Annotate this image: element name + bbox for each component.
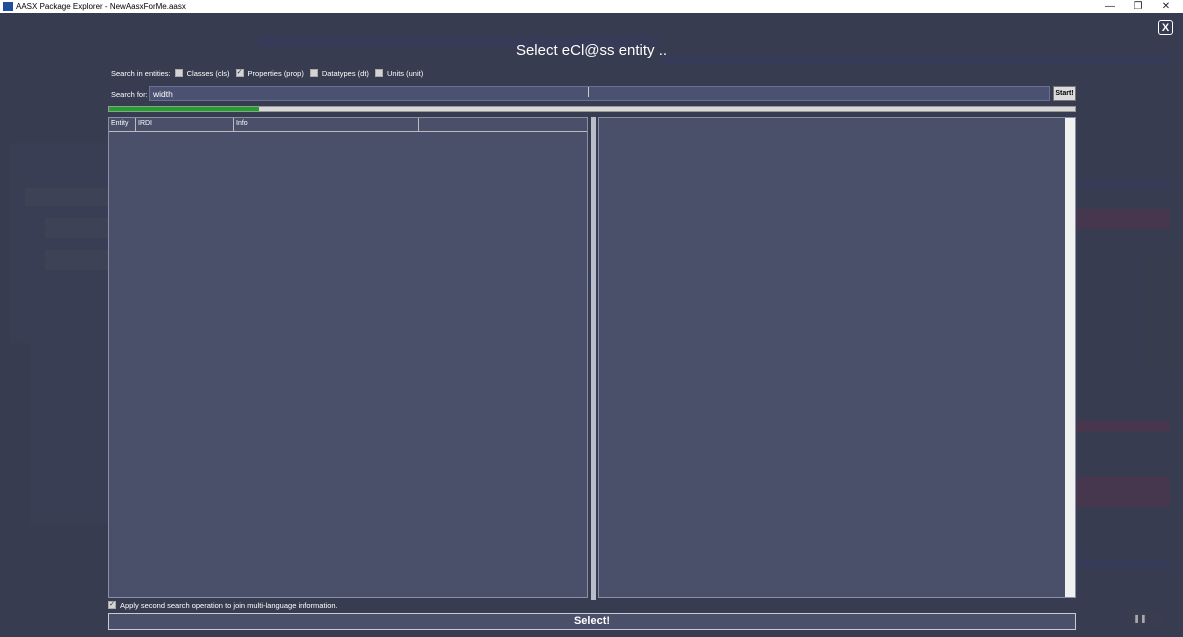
dialog-title: Select eCl@ss entity .. xyxy=(515,42,668,59)
corner-controls: ❚❚ xyxy=(1133,612,1165,626)
properties-label: Properties (prop) xyxy=(247,68,304,78)
pause-icon[interactable]: ❚❚ xyxy=(1133,612,1147,626)
window-title-bar: AASX Package Explorer - NewAasxForMe.aas… xyxy=(0,0,1183,13)
classes-label: Classes (cls) xyxy=(186,68,230,78)
text-cursor-icon xyxy=(588,87,589,97)
datatypes-label: Datatypes (dt) xyxy=(321,68,369,78)
results-list[interactable]: Entity IRDI Info xyxy=(108,117,588,598)
column-header-entity[interactable]: Entity xyxy=(109,118,136,131)
units-checkbox[interactable] xyxy=(374,69,383,77)
panel-splitter[interactable] xyxy=(591,117,596,600)
properties-checkbox[interactable]: ✓ xyxy=(235,69,244,77)
entity-filter-row: Search in entities: Classes (cls) ✓ Prop… xyxy=(111,68,423,78)
app-icon xyxy=(3,2,13,11)
search-input[interactable] xyxy=(149,86,1050,101)
window-title: AASX Package Explorer - NewAasxForMe.aas… xyxy=(16,2,186,11)
column-header-info[interactable]: Info xyxy=(234,118,419,131)
apply-checkbox[interactable]: ✓ xyxy=(108,601,116,609)
search-for-label: Search for: xyxy=(111,90,148,99)
column-header-irdi[interactable]: IRDI xyxy=(136,118,234,131)
minimize-button[interactable]: — xyxy=(1097,0,1123,13)
details-panel[interactable] xyxy=(598,117,1076,598)
start-button[interactable]: Start! xyxy=(1053,86,1076,101)
details-scrollbar[interactable] xyxy=(1065,118,1075,597)
progress-fill xyxy=(109,107,259,111)
select-button[interactable]: Select! xyxy=(108,613,1076,630)
window-close-button[interactable]: ✕ xyxy=(1153,0,1179,13)
units-label: Units (unit) xyxy=(386,68,424,78)
classes-checkbox[interactable] xyxy=(174,69,183,77)
apply-label: Apply second search operation to join mu… xyxy=(120,600,338,610)
maximize-button[interactable]: ❐ xyxy=(1125,0,1151,13)
apply-option-row: ✓ Apply second search operation to join … xyxy=(108,600,338,610)
results-header: Entity IRDI Info xyxy=(109,118,587,132)
search-progress-bar xyxy=(108,106,1076,112)
column-header-extra xyxy=(419,118,587,131)
datatypes-checkbox[interactable] xyxy=(309,69,318,77)
dialog-close-button[interactable]: X xyxy=(1158,20,1173,35)
image-icon[interactable] xyxy=(1151,612,1165,626)
search-in-label: Search in entities: xyxy=(111,68,171,78)
